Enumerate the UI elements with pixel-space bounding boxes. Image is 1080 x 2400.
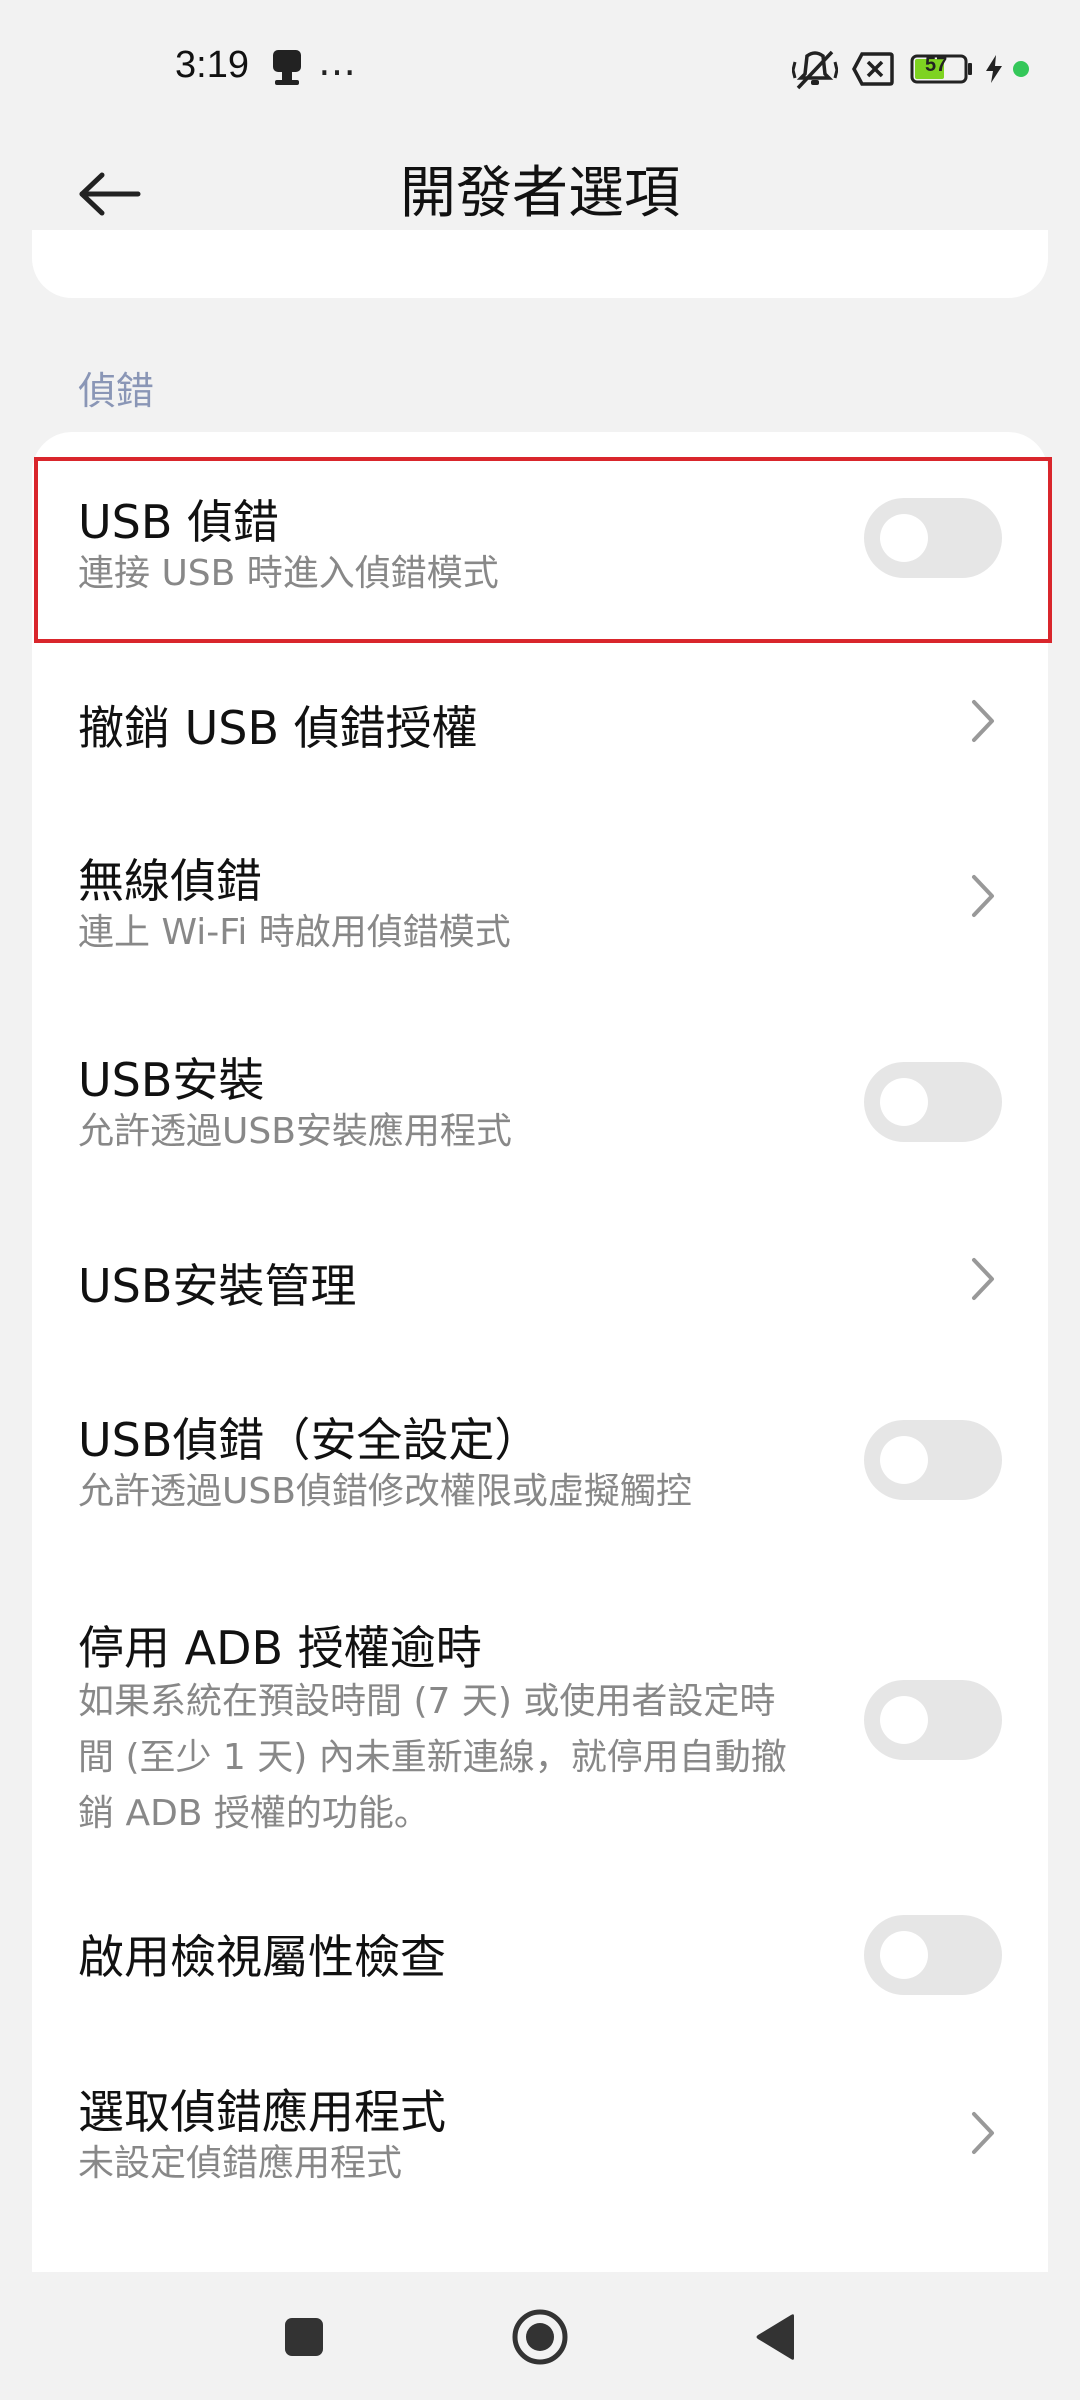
- more-notifications-icon: …: [318, 40, 356, 84]
- subtitle-line: 間 (至少 1 天) 內未重新連線，就停用自動撤: [78, 1737, 787, 1778]
- battery-level: 57: [925, 54, 948, 76]
- back-nav-button[interactable]: [736, 2302, 816, 2372]
- setting-select-debug-app[interactable]: 選取偵錯應用程式 未設定偵錯應用程式: [32, 2060, 1048, 2225]
- highlight-box: [34, 457, 1052, 643]
- notification-icon: [270, 48, 304, 92]
- setting-title: 啟用檢視屬性檢查: [78, 1930, 446, 1984]
- system-navigation-bar: [0, 2272, 1080, 2400]
- mute-vibrate-icon: [791, 48, 839, 96]
- setting-subtitle: 未設定偵錯應用程式: [78, 2143, 403, 2184]
- chevron-right-icon: [972, 700, 994, 742]
- chevron-right-icon: [972, 2112, 994, 2154]
- disable-adb-timeout-toggle[interactable]: [864, 1680, 1002, 1760]
- view-attribute-inspection-toggle[interactable]: [864, 1915, 1002, 1995]
- square-icon: [285, 2318, 323, 2356]
- setting-title: USB安裝管理: [78, 1259, 357, 1313]
- status-bar: 3:19 … 57: [0, 0, 1080, 140]
- setting-subtitle: 如果系統在預設時間 (7 天) 或使用者設定時 間 (至少 1 天) 內未重新連…: [78, 1674, 878, 1842]
- setting-title: 選取偵錯應用程式: [78, 2085, 446, 2139]
- toggle-knob: [880, 1931, 928, 1979]
- subtitle-line: 如果系統在預設時間 (7 天) 或使用者設定時: [78, 1681, 776, 1722]
- usb-install-toggle[interactable]: [864, 1062, 1002, 1142]
- previous-settings-card: [32, 230, 1048, 298]
- no-sim-icon: [852, 52, 894, 90]
- charging-bolt-icon: [984, 54, 1004, 88]
- setting-usb-install[interactable]: USB安裝 允許透過USB安裝應用程式: [32, 1020, 1048, 1185]
- toggle-knob: [880, 1436, 928, 1484]
- home-circle-icon: [512, 2309, 568, 2365]
- page-title: 開發者選項: [400, 161, 680, 226]
- section-header-debugging: 偵錯: [78, 369, 155, 413]
- setting-usb-debugging-security[interactable]: USB偵錯（安全設定） 允許透過USB偵錯修改權限或虛擬觸控: [32, 1380, 1048, 1545]
- setting-title: USB偵錯（安全設定）: [78, 1413, 541, 1467]
- setting-title: USB安裝: [78, 1053, 265, 1107]
- setting-disable-adb-auth-timeout[interactable]: 停用 ADB 授權逾時 如果系統在預設時間 (7 天) 或使用者設定時 間 (至…: [32, 1590, 1048, 1850]
- setting-usb-install-management[interactable]: USB安裝管理: [32, 1220, 1048, 1340]
- chevron-right-icon: [972, 1258, 994, 1300]
- usb-debugging-security-toggle[interactable]: [864, 1420, 1002, 1500]
- toggle-knob: [880, 1078, 928, 1126]
- setting-title: 撤銷 USB 偵錯授權: [78, 701, 478, 755]
- setting-subtitle: 允許透過USB安裝應用程式: [78, 1111, 512, 1152]
- subtitle-line: 銷 ADB 授權的功能。: [78, 1793, 430, 1834]
- setting-wireless-debugging[interactable]: 無線偵錯 連上 Wi-Fi 時啟用偵錯模式: [32, 815, 1048, 980]
- home-button[interactable]: [500, 2302, 580, 2372]
- setting-view-attribute-inspection[interactable]: 啟用檢視屬性檢查: [32, 1895, 1048, 2015]
- setting-revoke-usb-auth[interactable]: 撤銷 USB 偵錯授權: [32, 660, 1048, 780]
- chevron-right-icon: [972, 875, 994, 917]
- setting-title: 停用 ADB 授權逾時: [78, 1621, 482, 1675]
- status-time: 3:19: [175, 44, 249, 86]
- setting-title: 無線偵錯: [78, 854, 262, 908]
- toggle-knob: [880, 1696, 928, 1744]
- charging-dot-icon: [1012, 60, 1030, 82]
- triangle-back-icon: [756, 2314, 794, 2360]
- recents-button[interactable]: [264, 2302, 344, 2372]
- setting-subtitle: 允許透過USB偵錯修改權限或虛擬觸控: [78, 1471, 692, 1512]
- setting-subtitle: 連上 Wi-Fi 時啟用偵錯模式: [78, 912, 511, 953]
